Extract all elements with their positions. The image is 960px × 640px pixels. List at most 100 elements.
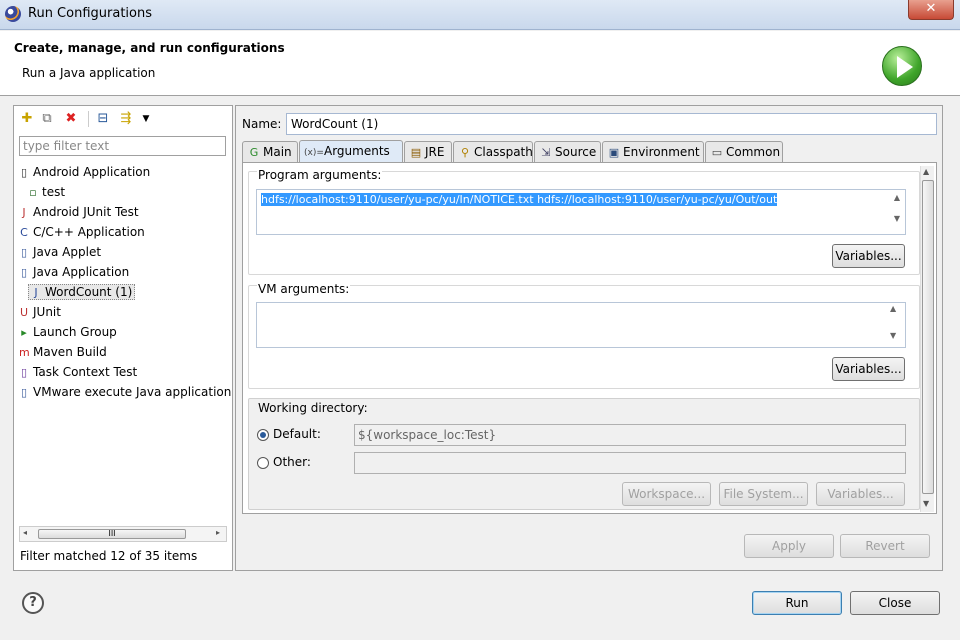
tree-item-label: VMware execute Java application [33, 385, 232, 399]
vertical-scroll-thumb[interactable] [922, 180, 934, 494]
filter-menu-chevron-down-icon[interactable]: ▼ [138, 111, 154, 127]
program-arguments-group: Program arguments: hdfs://localhost:9110… [248, 168, 920, 275]
vm-arguments-label: VM arguments: [257, 282, 351, 296]
file-system-button[interactable]: File System... [719, 482, 808, 506]
configuration-tree-panel: ✚ ⧉ ✖ ⊟ ⇶ ▼ type filter text ▯ Android Ap… [13, 105, 233, 571]
junit-icon: U [19, 306, 29, 319]
tree-item-label: Launch Group [33, 325, 117, 339]
name-field[interactable]: WordCount (1) [286, 113, 937, 135]
tree-item[interactable]: m Maven Build [19, 342, 107, 362]
other-radio[interactable] [257, 457, 269, 469]
java-applet-icon: ▯ [20, 246, 28, 259]
tree-item-label: Java Applet [33, 245, 102, 259]
tab-arguments-label: Arguments [324, 144, 390, 158]
tree-item-label: Task Context Test [33, 365, 138, 379]
toolbar-separator [88, 111, 89, 127]
vm-arguments-textarea[interactable] [256, 302, 906, 348]
tree-item[interactable]: J Android JUnit Test [19, 202, 139, 222]
main-tab-icon: G [249, 146, 259, 159]
help-icon[interactable]: ? [22, 592, 44, 614]
program-variables-button[interactable]: Variables... [832, 244, 905, 268]
workspace-button[interactable]: Workspace... [622, 482, 711, 506]
task-context-icon: ▯ [20, 366, 28, 379]
tab-common[interactable]: ▭ Common [705, 141, 783, 163]
name-label: Name: [242, 117, 282, 131]
new-configuration-icon[interactable]: ✚ [19, 111, 35, 127]
run-icon [882, 46, 922, 86]
filter-icon[interactable]: ⇶ [118, 111, 134, 127]
tree-item[interactable]: C C/C++ Application [19, 222, 145, 242]
tree-item[interactable]: ▯ Java Applet [19, 242, 101, 262]
tab-environment-label: Environment [623, 145, 700, 159]
default-label: Default: [273, 427, 321, 441]
tree-item[interactable]: J WordCount (1) [28, 282, 136, 302]
tree-item-label: Android JUnit Test [33, 205, 139, 219]
revert-button[interactable]: Revert [840, 534, 930, 558]
tab-jre[interactable]: ▤ JRE [404, 141, 452, 163]
working-directory-group: Working directory: Default: ${workspace_… [248, 398, 920, 510]
java-config-icon: J [34, 286, 38, 299]
tree-item[interactable]: ▯ Android Application [19, 162, 150, 182]
tab-environment[interactable]: ▣ Environment [602, 141, 704, 163]
tree-item-label: Android Application [33, 165, 151, 179]
collapse-all-icon[interactable]: ⊟ [95, 111, 111, 127]
other-directory-field[interactable] [354, 452, 906, 474]
java-app-icon: ▯ [20, 266, 28, 279]
dialog-header: Create, manage, and run configurations R… [0, 31, 960, 96]
program-arguments-textarea[interactable]: hdfs://localhost:9110/user/yu-pc/yu/In/N… [256, 189, 906, 235]
tree-item[interactable]: ▫ test [28, 182, 65, 202]
launch-group-icon: ▸ [21, 326, 27, 339]
scroll-up-icon[interactable]: ▲ [923, 167, 929, 176]
scroll-right-icon[interactable]: ▸ [216, 528, 220, 537]
tree-item-label: C/C++ Application [33, 225, 145, 239]
vm-scroll-down-icon[interactable]: ▼ [890, 331, 896, 340]
configuration-editor-panel: Name: WordCount (1) G Main (x)=Arguments … [235, 105, 943, 571]
tab-main[interactable]: G Main [242, 141, 298, 163]
tree-item[interactable]: U JUnit [19, 302, 61, 322]
program-arguments-label: Program arguments: [257, 168, 383, 182]
eclipse-icon [5, 6, 21, 22]
tree-item[interactable]: ▯ Task Context Test [19, 362, 137, 382]
tab-vertical-scrollbar[interactable]: ▲ ▼ [920, 166, 934, 512]
tree-item[interactable]: ▯ Java Application [19, 262, 129, 282]
working-directory-variables-button[interactable]: Variables... [816, 482, 905, 506]
apply-button[interactable]: Apply [744, 534, 834, 558]
android-app-icon: ▯ [20, 166, 28, 179]
tab-classpath-label: Classpath [474, 145, 533, 159]
tree-horizontal-scrollbar[interactable]: ◂ III ▸ [19, 526, 227, 542]
close-button[interactable]: Close [850, 591, 940, 615]
vm-scroll-up-icon[interactable]: ▲ [890, 304, 896, 313]
tree-item-label: test [42, 185, 66, 199]
dialog-title: Create, manage, and run configurations [14, 41, 285, 55]
tab-common-label: Common [726, 145, 781, 159]
program-arguments-scrollbar[interactable]: ▲ ▼ [890, 191, 904, 233]
program-arguments-text: hdfs://localhost:9110/user/yu-pc/yu/In/N… [261, 193, 778, 206]
tab-arguments[interactable]: (x)=Arguments [299, 140, 403, 164]
default-directory-field: ${workspace_loc:Test} [354, 424, 906, 446]
tree-item[interactable]: ▸ Launch Group [19, 322, 117, 342]
maven-icon: m [19, 346, 30, 359]
scroll-down-icon[interactable]: ▼ [923, 499, 929, 508]
classpath-tab-icon: ⚲ [460, 146, 470, 159]
scroll-thumb[interactable]: III [38, 529, 186, 539]
scroll-left-icon[interactable]: ◂ [23, 528, 27, 537]
tab-main-label: Main [263, 145, 292, 159]
filter-status: Filter matched 12 of 35 items [20, 549, 198, 563]
window-titlebar: Run Configurations ✕ [0, 0, 960, 30]
tree-item[interactable]: ▯ VMware execute Java application [19, 382, 231, 402]
android-junit-icon: J [22, 206, 26, 219]
tab-source[interactable]: ⇲ Source [534, 141, 601, 163]
delete-icon[interactable]: ✖ [63, 111, 79, 127]
tree-item-label: Maven Build [33, 345, 107, 359]
tab-classpath[interactable]: ⚲ Classpath [453, 141, 533, 163]
tab-source-label: Source [555, 145, 597, 159]
other-label: Other: [273, 455, 311, 469]
run-button[interactable]: Run [752, 591, 842, 615]
default-radio[interactable] [257, 429, 269, 441]
filter-input[interactable]: type filter text [19, 136, 226, 156]
vm-variables-button[interactable]: Variables... [832, 357, 905, 381]
working-directory-label: Working directory: [257, 401, 369, 415]
duplicate-icon[interactable]: ⧉ [39, 111, 55, 127]
arguments-tab-content: Program arguments: hdfs://localhost:9110… [242, 162, 937, 514]
window-close-button[interactable]: ✕ [908, 0, 954, 20]
